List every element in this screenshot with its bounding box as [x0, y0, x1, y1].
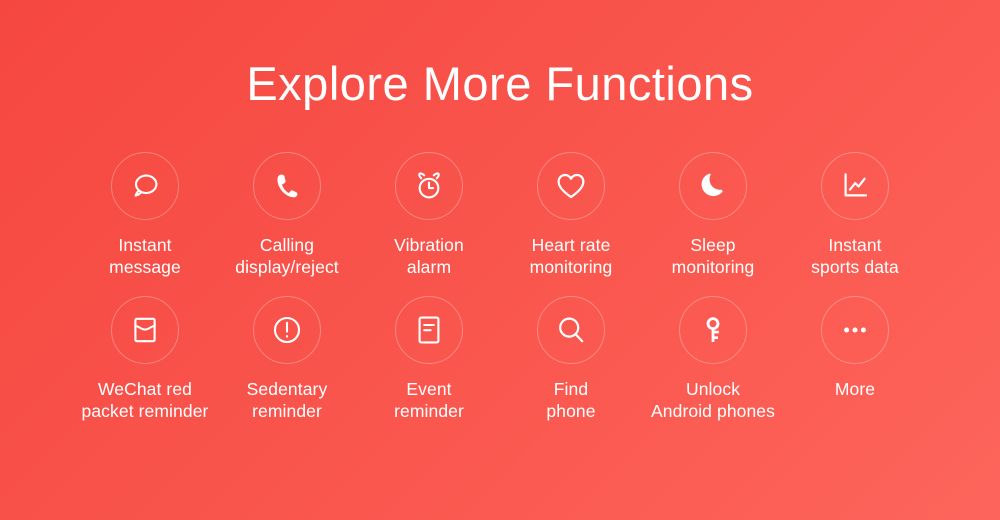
feature-instant-sports-data[interactable]: Instant sports data — [784, 152, 926, 278]
feature-sleep-monitoring[interactable]: Sleep monitoring — [642, 152, 784, 278]
feature-heart-rate-monitoring[interactable]: Heart rate monitoring — [500, 152, 642, 278]
feature-label: Find phone — [546, 379, 596, 421]
feature-event-reminder[interactable]: Event reminder — [358, 296, 500, 422]
feature-vibration-alarm[interactable]: Vibration alarm — [358, 152, 500, 278]
feature-label: Instant message — [109, 235, 181, 277]
crescent-moon-icon — [679, 152, 747, 220]
feature-label: Event reminder — [394, 379, 464, 421]
feature-label: Vibration alarm — [394, 235, 464, 277]
feature-calling-display-reject[interactable]: Calling display/reject — [216, 152, 358, 278]
alarm-clock-icon — [395, 152, 463, 220]
ellipsis-icon — [821, 296, 889, 364]
feature-label: Instant sports data — [811, 235, 899, 277]
feature-label: Sedentary reminder — [246, 379, 328, 421]
feature-label: More — [834, 379, 876, 399]
feature-unlock-android-phones[interactable]: Unlock Android phones — [642, 296, 784, 422]
feature-label: Calling display/reject — [235, 235, 339, 277]
feature-find-phone[interactable]: Find phone — [500, 296, 642, 422]
feature-label: Sleep monitoring — [671, 235, 755, 277]
feature-label: WeChat red packet reminder — [81, 379, 209, 421]
feature-wechat-red-packet-reminder[interactable]: WeChat red packet reminder — [74, 296, 216, 422]
feature-instant-message[interactable]: Instant message — [74, 152, 216, 278]
phone-handset-icon — [253, 152, 321, 220]
key-icon — [679, 296, 747, 364]
feature-label: Heart rate monitoring — [529, 235, 613, 277]
envelope-icon — [111, 296, 179, 364]
feature-row-1: Instant message Calling display/reject V… — [0, 152, 1000, 278]
feature-label: Unlock Android phones — [651, 379, 775, 421]
heart-icon — [537, 152, 605, 220]
magnifier-icon — [537, 296, 605, 364]
feature-sedentary-reminder[interactable]: Sedentary reminder — [216, 296, 358, 422]
exclamation-circle-icon — [253, 296, 321, 364]
explore-more-functions-banner: Explore More Functions Instant message C… — [0, 0, 1000, 520]
feature-row-2: WeChat red packet reminder Sedentary rem… — [0, 296, 1000, 422]
page-title: Explore More Functions — [246, 57, 754, 110]
feature-grid: Instant message Calling display/reject V… — [0, 152, 1000, 422]
document-lines-icon — [395, 296, 463, 364]
chat-bubble-icon — [111, 152, 179, 220]
line-chart-icon — [821, 152, 889, 220]
feature-more[interactable]: More — [784, 296, 926, 400]
